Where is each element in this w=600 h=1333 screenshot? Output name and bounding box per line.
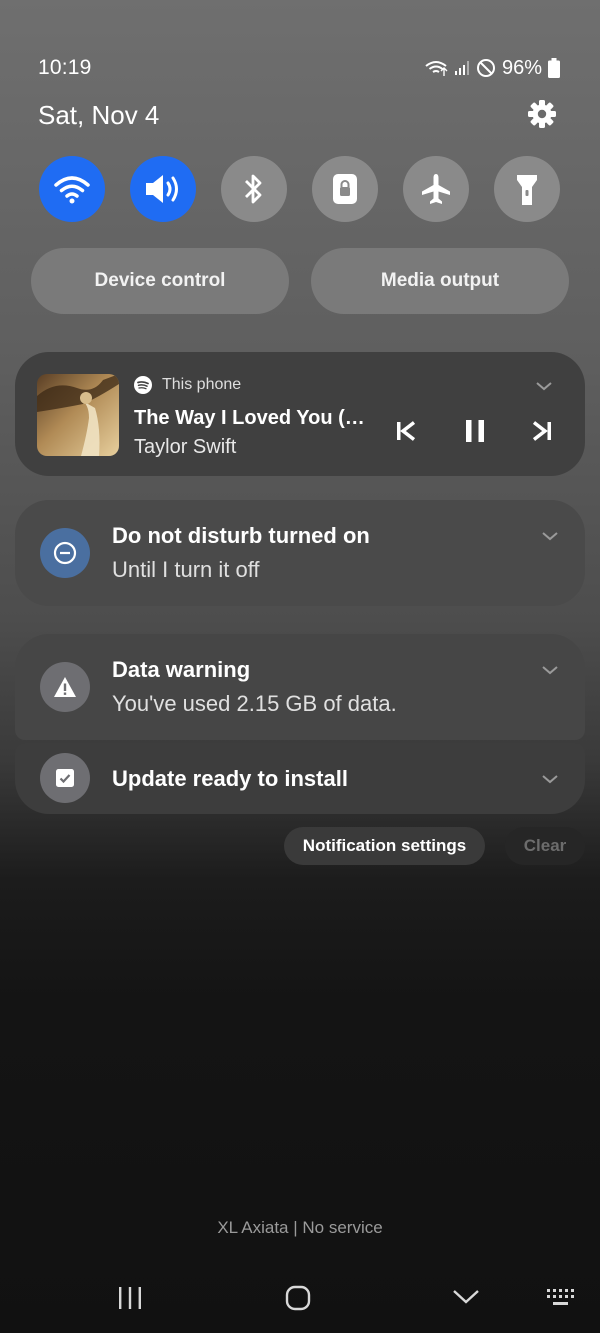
notification-settings-button[interactable]: Notification settings [284, 827, 485, 865]
album-art[interactable] [37, 374, 119, 456]
signal-icon [454, 61, 469, 75]
update-title: Update ready to install [112, 766, 348, 791]
dnd-title: Do not disturb turned on [112, 523, 370, 548]
chevron-down-icon[interactable] [541, 530, 559, 542]
battery-icon [548, 58, 560, 78]
back-chevron-icon[interactable] [452, 1287, 480, 1307]
previous-track-icon[interactable] [395, 420, 417, 442]
chevron-down-icon[interactable] [541, 664, 559, 676]
wifi-status-icon [425, 61, 448, 76]
status-icons: 96% [424, 55, 560, 81]
do-not-disturb-icon [53, 541, 77, 565]
do-not-disturb-status-icon [476, 59, 495, 77]
quick-settings-row [39, 156, 561, 222]
sound-toggle[interactable] [130, 156, 196, 222]
media-output-button[interactable]: Media output [311, 248, 569, 314]
wifi-icon [54, 176, 90, 204]
bluetooth-toggle[interactable] [221, 156, 287, 222]
warning-icon-badge [40, 662, 90, 712]
flashlight-toggle[interactable] [494, 156, 560, 222]
dnd-icon-badge [40, 528, 90, 578]
spotify-icon [134, 376, 152, 394]
update-icon-badge [40, 753, 90, 803]
settings-gear-button[interactable] [524, 96, 560, 132]
media-source-label: This phone [162, 376, 242, 393]
dnd-notification[interactable]: Do not disturb turned on Until I turn it… [15, 500, 585, 606]
airplane-mode-toggle[interactable] [403, 156, 469, 222]
dnd-subtitle: Until I turn it off [112, 557, 260, 582]
media-player-card[interactable]: This phone The Way I Loved You (… Taylor… [15, 352, 585, 476]
portrait-lock-toggle[interactable] [312, 156, 378, 222]
data-warning-notification[interactable]: Data warning You've used 2.15 GB of data… [15, 634, 585, 740]
navigation-bar [0, 1278, 600, 1318]
update-notification[interactable]: Update ready to install [15, 743, 585, 814]
track-title: The Way I Loved You (… [134, 407, 365, 429]
keyboard-icon[interactable] [545, 1287, 577, 1309]
rotation-lock-icon [333, 174, 357, 204]
system-update-icon [56, 769, 74, 787]
status-time: 10:19 [38, 56, 92, 79]
wifi-toggle[interactable] [39, 156, 105, 222]
chevron-down-icon[interactable] [535, 380, 553, 392]
track-artist: Taylor Swift [134, 436, 237, 458]
data-warning-subtitle: You've used 2.15 GB of data. [112, 691, 397, 716]
warning-icon [54, 677, 76, 697]
device-control-button[interactable]: Device control [31, 248, 289, 314]
date-label: Sat, Nov 4 [38, 100, 160, 130]
pause-icon[interactable] [463, 418, 487, 444]
next-track-icon[interactable] [531, 420, 553, 442]
clear-button[interactable]: Clear [505, 827, 585, 865]
airplane-icon [422, 174, 450, 204]
bluetooth-icon [245, 174, 262, 204]
chevron-down-icon[interactable] [541, 773, 559, 785]
data-warning-title: Data warning [112, 657, 251, 682]
carrier-label: XL Axiata | No service [217, 1218, 383, 1237]
home-icon[interactable] [285, 1285, 311, 1311]
gear-icon [528, 100, 556, 128]
speaker-icon [146, 175, 178, 203]
flashlight-icon [517, 175, 537, 205]
recent-apps-icon[interactable] [117, 1285, 143, 1311]
battery-percent: 96% [501, 56, 542, 79]
